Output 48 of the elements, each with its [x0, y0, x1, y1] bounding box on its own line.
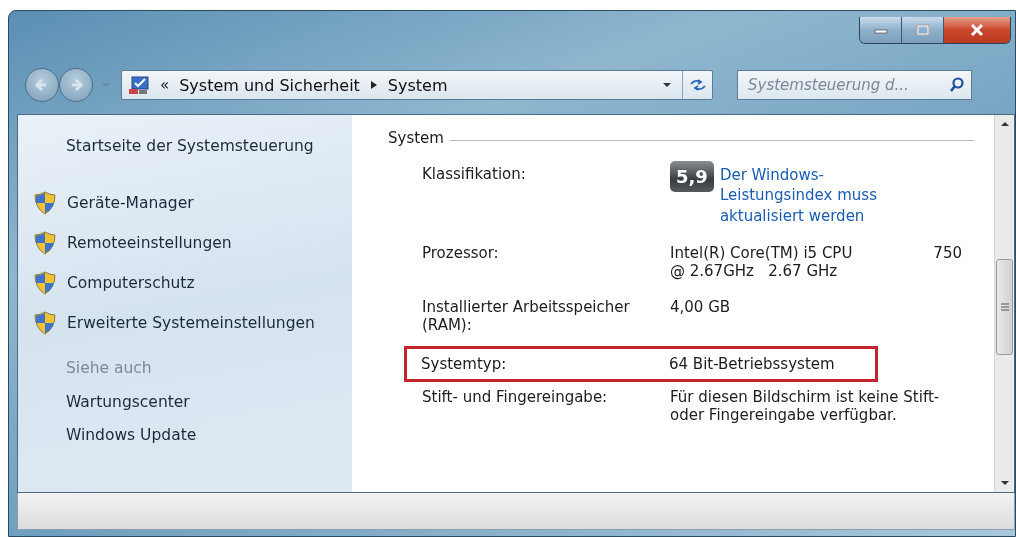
- scrollbar[interactable]: [994, 115, 1014, 492]
- section-title: System: [388, 129, 444, 147]
- shield-icon: [34, 231, 56, 255]
- sidebar-link[interactable]: Erweiterte Systemeinstellungen: [67, 314, 315, 332]
- refresh-icon: [688, 78, 707, 92]
- breadcrumb-item[interactable]: System: [387, 75, 448, 95]
- property-value: 750: [933, 243, 962, 262]
- property-label: Systemtyp:: [421, 354, 508, 373]
- breadcrumb-item[interactable]: System und Sicherheit: [179, 75, 360, 95]
- back-button[interactable]: [25, 68, 59, 102]
- breadcrumb-arrow-icon[interactable]: [369, 80, 378, 90]
- forward-button[interactable]: [59, 68, 93, 102]
- sidebar-link[interactable]: Geräte-Manager: [67, 194, 194, 212]
- sidebar-link[interactable]: Windows Update: [66, 426, 352, 444]
- maximize-button[interactable]: [902, 17, 944, 43]
- control-panel-icon: [128, 75, 150, 95]
- maximize-icon: [915, 24, 930, 36]
- property-value: @ 2.67GHz 2.67 GHz: [670, 261, 839, 280]
- property-label: Stift- und Fingereingabe:: [422, 387, 609, 408]
- property-value: 64 Bit-Betriebssystem: [669, 354, 836, 373]
- property-label: Prozessor:: [422, 243, 500, 264]
- property-value: Für diesen Bildschirm ist keine Stift- oder Fingereingabe verfügbar.: [670, 387, 941, 424]
- index-link[interactable]: Der Windows-Leistungsindex muss aktualisiert werden: [719, 165, 935, 226]
- close-icon: [969, 23, 985, 37]
- sidebar-link[interactable]: Remoteeinstellungen: [67, 234, 232, 252]
- property-label: Installierter Arbeitsspeicher (RAM):: [422, 297, 631, 334]
- score-badge: 5,9: [670, 161, 714, 192]
- search-icon[interactable]: [949, 77, 965, 93]
- sidebar-link[interactable]: Computerschutz: [67, 274, 195, 292]
- search-field[interactable]: Systemsteuerung d...: [737, 70, 972, 100]
- close-button[interactable]: [944, 17, 1010, 43]
- property-value: 4,00 GB: [670, 297, 732, 316]
- scroll-up-icon[interactable]: [999, 121, 1010, 127]
- shield-icon: [34, 271, 56, 295]
- sidebar-link[interactable]: Startseite der Systemsteuerung: [66, 137, 352, 155]
- property-label: Klassifikation:: [422, 165, 527, 185]
- shield-icon: [34, 311, 56, 335]
- shield-icon: [34, 191, 56, 215]
- grip-icon[interactable]: [1000, 303, 1009, 311]
- scroll-down-icon[interactable]: [999, 480, 1010, 486]
- minimize-button[interactable]: [860, 17, 902, 43]
- sidebar-link[interactable]: Wartungscenter: [66, 393, 352, 411]
- dropdown-arrow-icon[interactable]: [662, 82, 672, 88]
- property-value: Intel(R) Core(TM) i5 CPU: [670, 243, 853, 262]
- minimize-icon: [873, 26, 888, 34]
- see-also-heading: Siehe auch: [66, 359, 153, 377]
- overflow-chevron[interactable]: «: [160, 76, 170, 94]
- address-bar[interactable]: « System und Sicherheit System: [121, 70, 713, 100]
